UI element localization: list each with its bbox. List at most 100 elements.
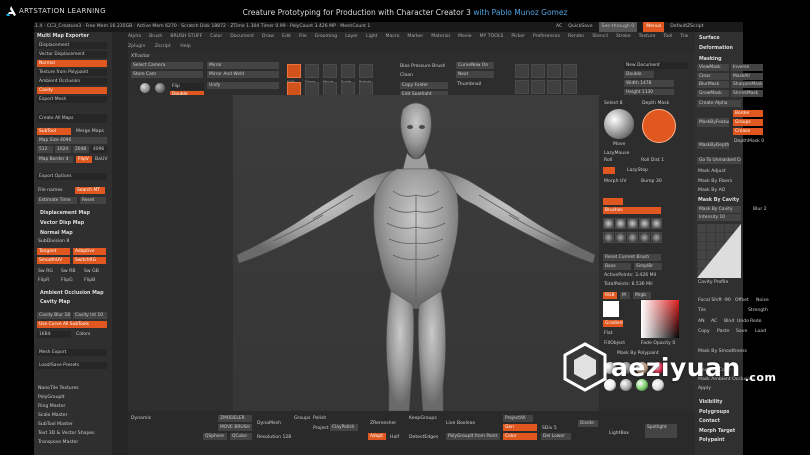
brush-alt-slot-3-icon[interactable]: [639, 232, 650, 243]
mask-by-feature-button[interactable]: MaskByFeature: [697, 118, 729, 127]
clean-label[interactable]: Clean: [400, 72, 413, 79]
subtool-toggle[interactable]: SubTool: [37, 128, 71, 135]
spotlight-button[interactable]: Spotlight: [645, 424, 677, 438]
mask-by-cavity-button[interactable]: Mask By Cavity: [697, 206, 741, 213]
menus-button[interactable]: Menus: [643, 22, 665, 32]
menu-layer[interactable]: Layer: [345, 34, 358, 39]
brush-slot-4-icon[interactable]: [651, 218, 662, 229]
menu-texture[interactable]: Texture: [639, 34, 656, 39]
flip-button[interactable]: Flip: [170, 83, 204, 90]
unify-button[interactable]: Unify: [207, 82, 279, 89]
estimate-time-button[interactable]: Estimate Time: [37, 197, 77, 204]
brush-mode-toggle[interactable]: [603, 198, 623, 205]
sdiv-slider[interactable]: SDiv 5: [542, 425, 557, 432]
menu-zplugin[interactable]: Zplugin: [128, 44, 145, 49]
menu-my-tools[interactable]: MY TOOLS: [480, 34, 504, 39]
half-toggle[interactable]: Half: [390, 434, 399, 441]
canvas-icon[interactable]: [515, 64, 529, 78]
brushes-toggle[interactable]: Brushes: [603, 207, 661, 214]
menu-marker[interactable]: Marker: [407, 34, 423, 39]
mirror-weld-button[interactable]: Mirror And Weld: [207, 71, 279, 78]
blur-slider[interactable]: Blur 2: [753, 206, 767, 213]
curve-an-button[interactable]: AN: [698, 318, 705, 325]
aahalf-alt-icon[interactable]: [563, 80, 577, 94]
zoom-icon[interactable]: [531, 64, 545, 78]
dynamesh-label[interactable]: DynaMesh: [257, 420, 281, 427]
cavity-blur-slider[interactable]: Cavity Blur 18: [37, 312, 71, 319]
thumbnail-label[interactable]: Thumbnail: [457, 81, 481, 88]
alpha-sphere-icon[interactable]: [155, 83, 165, 93]
visibility-section[interactable]: Visibility: [699, 399, 723, 406]
map-size-4096[interactable]: 4096: [91, 146, 107, 153]
menu-light[interactable]: Light: [366, 34, 377, 39]
next-button[interactable]: Next: [456, 71, 494, 78]
contact-section[interactable]: Contact: [699, 418, 720, 425]
channel-flipb[interactable]: FlipB: [84, 277, 95, 284]
store-cam-button[interactable]: Store Cam: [131, 71, 203, 78]
shelf-tool-0-icon[interactable]: [287, 82, 301, 96]
map-size-2048[interactable]: 2048: [73, 146, 89, 153]
scale-icon[interactable]: [341, 64, 355, 78]
cavity-profile-curve[interactable]: [697, 224, 741, 278]
polish-toggle[interactable]: Polish: [313, 415, 326, 422]
bump-slider[interactable]: Bump 30: [641, 178, 662, 185]
channel-sw-rb[interactable]: Sw RB: [61, 268, 75, 275]
plugin-text-3d-vector-shapes[interactable]: Text 3D & Vector Shapes: [38, 430, 95, 437]
m-toggle[interactable]: M: [620, 292, 630, 299]
width-slider[interactable]: Width 1478: [624, 80, 674, 87]
menu-picker[interactable]: Picker: [511, 34, 525, 39]
menu-file[interactable]: File: [299, 34, 307, 39]
save-button[interactable]: Save: [736, 328, 747, 335]
lazy-toggle[interactable]: [603, 167, 615, 174]
curve-redo-button[interactable]: Redo: [750, 318, 762, 325]
tangent-toggle[interactable]: Tangent: [37, 248, 70, 255]
brush-slot-1-icon[interactable]: [615, 218, 626, 229]
border-toggle[interactable]: Border: [733, 110, 763, 117]
inverse-button[interactable]: Inverse: [731, 64, 763, 71]
qsphere-button[interactable]: QSphere: [203, 433, 227, 440]
menu-zscript[interactable]: Zscript: [155, 44, 171, 49]
export-displacement-toggle[interactable]: Displacement: [37, 42, 107, 49]
new-document-button[interactable]: New Document: [624, 62, 688, 69]
switchrg-toggle[interactable]: SwitchRG: [73, 257, 106, 264]
copy-folder-button[interactable]: Copy Folder: [400, 82, 448, 89]
menu-stroke[interactable]: Stroke: [616, 34, 631, 39]
detectedges-toggle[interactable]: DetectEdges: [409, 434, 438, 441]
load-save-presets-button[interactable]: Load/Save Presets: [37, 362, 107, 369]
menu-tool[interactable]: Tool: [663, 34, 672, 39]
morph-uv-label[interactable]: Morph UV: [604, 178, 626, 185]
brush-alt-slot-2-icon[interactable]: [627, 232, 638, 243]
morph-target-section[interactable]: Morph Target: [699, 428, 735, 435]
polypaint-section[interactable]: Polypaint: [699, 437, 725, 444]
reset-current-brush-button[interactable]: Reset Current Brush: [603, 254, 661, 261]
rgb-toggle[interactable]: RGB: [603, 292, 617, 299]
brush-alt-slot-4-icon[interactable]: [651, 232, 662, 243]
map-size-1024[interactable]: 1024: [55, 146, 71, 153]
mask-all-button[interactable]: MaskAll: [731, 72, 763, 80]
roll-dist-slider[interactable]: Roll Dist 1: [641, 157, 664, 164]
crease-toggle[interactable]: Crease: [733, 128, 763, 135]
flat-label[interactable]: Flat: [604, 330, 613, 337]
blur-mask-button[interactable]: BlurMask: [697, 81, 729, 88]
zmodeler-button[interactable]: ZMODELER: [218, 415, 252, 422]
menu-grooming[interactable]: Grooming: [315, 34, 338, 39]
material-sphere-icon[interactable]: [140, 83, 150, 93]
export-ambient-occlusion-toggle[interactable]: Ambient Occlusion: [37, 78, 107, 85]
roll-label[interactable]: Roll: [604, 157, 612, 164]
focal-shift-slider[interactable]: Focal Shift -90: [698, 297, 731, 304]
map-size-512[interactable]: 512: [37, 146, 53, 153]
curve-ac-button[interactable]: AC: [711, 318, 717, 325]
gradient-toggle[interactable]: Gradient: [603, 320, 623, 327]
intensity-slider[interactable]: Intensity 10: [697, 214, 741, 221]
aahalf-icon[interactable]: [563, 64, 577, 78]
strength-slider[interactable]: Strength: [748, 307, 768, 314]
menu-brush[interactable]: Brush: [149, 34, 162, 39]
draw-icon[interactable]: [305, 64, 319, 78]
default-zscript[interactable]: DefaultZScript: [670, 22, 703, 32]
export-vector-displacement-toggle[interactable]: Vector Displacement: [37, 51, 107, 58]
depth-mask-icon[interactable]: [642, 109, 676, 143]
edit-icon[interactable]: [287, 64, 301, 78]
curve-blnd-button[interactable]: Blnd: [724, 318, 734, 325]
grow-mask-button[interactable]: GrowMask: [697, 89, 729, 97]
channel-flipg[interactable]: FlipG: [61, 277, 73, 284]
